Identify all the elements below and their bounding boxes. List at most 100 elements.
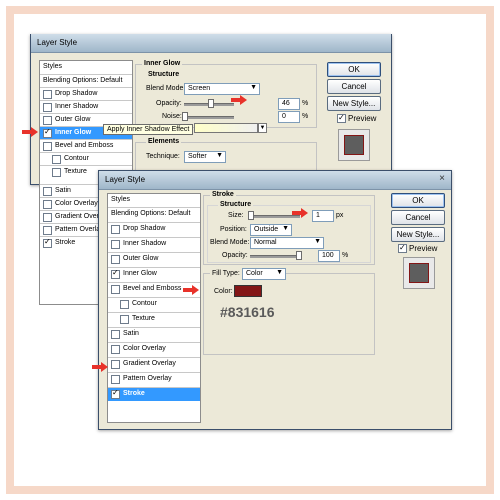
- back-item-inner-shadow[interactable]: Inner Shadow: [40, 100, 132, 114]
- front-titlebar[interactable]: Layer Style ×: [99, 171, 451, 190]
- front-item-color-overlay[interactable]: Color Overlay: [108, 342, 200, 356]
- front-color-swatch[interactable]: [234, 285, 262, 297]
- checkbox[interactable]: [43, 237, 52, 248]
- front-styles-header[interactable]: Styles: [108, 194, 200, 207]
- checkbox[interactable]: [43, 90, 52, 99]
- checkbox[interactable]: [111, 375, 120, 384]
- back-section-title: Inner Glow: [142, 60, 183, 67]
- back-item-bevel-emboss[interactable]: Bevel and Emboss: [40, 139, 132, 153]
- front-item-inner-glow[interactable]: Inner Glow: [108, 267, 200, 281]
- checkbox[interactable]: [43, 142, 52, 151]
- back-cancel-button[interactable]: Cancel: [327, 79, 381, 94]
- checkbox[interactable]: [43, 127, 52, 138]
- front-size-thumb[interactable]: [248, 211, 254, 220]
- checkbox[interactable]: [111, 268, 120, 279]
- back-opacity-thumb[interactable]: [208, 99, 214, 108]
- chevron-down-icon: ▼: [276, 269, 283, 276]
- front-structure-title: Structure: [218, 201, 254, 208]
- back-styles-header[interactable]: Styles: [40, 61, 132, 74]
- front-cancel-button[interactable]: Cancel: [391, 210, 445, 225]
- front-preview-label: Preview: [409, 244, 438, 253]
- front-preview-checkbox[interactable]: ✓: [398, 244, 407, 253]
- front-item-satin[interactable]: Satin: [108, 327, 200, 341]
- back-noise-label: Noise:: [162, 113, 182, 120]
- back-blending-options[interactable]: Blending Options: Default: [40, 74, 132, 88]
- front-opacity-slider[interactable]: [250, 255, 300, 258]
- front-fill-group: Fill Type: Color ▼ Color: #831616: [203, 268, 375, 355]
- checkbox[interactable]: [111, 388, 120, 399]
- back-noise-slider[interactable]: [184, 116, 234, 119]
- front-new-style-button[interactable]: New Style...: [391, 227, 445, 242]
- chevron-down-icon: ▼: [216, 152, 223, 159]
- front-item-outer-glow[interactable]: Outer Glow: [108, 252, 200, 266]
- front-position-label: Position:: [220, 226, 247, 233]
- checkbox[interactable]: [52, 155, 61, 164]
- back-technique-label: Technique:: [146, 153, 180, 160]
- front-item-inner-shadow[interactable]: Inner Shadow: [108, 237, 200, 251]
- front-item-contour[interactable]: Contour: [108, 297, 200, 311]
- back-elements-title: Elements: [146, 138, 182, 145]
- back-noise-thumb[interactable]: [182, 112, 188, 121]
- back-item-contour[interactable]: Contour: [40, 152, 132, 166]
- back-new-style-button[interactable]: New Style...: [327, 96, 381, 111]
- front-opacity-input[interactable]: 100: [318, 250, 340, 262]
- back-ok-button[interactable]: OK: [327, 62, 381, 77]
- back-inner-glow-group: Inner Glow Structure Blend Mode: Screen …: [135, 60, 317, 128]
- front-ok-button[interactable]: OK: [391, 193, 445, 208]
- front-color-label: Color:: [214, 288, 233, 295]
- back-noise-input[interactable]: 0: [278, 111, 300, 123]
- front-section-title: Stroke: [210, 191, 236, 198]
- back-styles-list: Styles Blending Options: Default Drop Sh…: [39, 60, 133, 185]
- checkbox[interactable]: [120, 315, 129, 324]
- checkbox[interactable]: [43, 226, 52, 235]
- front-fill-type-label: Fill Type:: [210, 270, 242, 277]
- checkbox[interactable]: [43, 116, 52, 125]
- front-preview-thumbnail: [403, 257, 435, 289]
- front-dialog-title: Layer Style: [105, 175, 146, 184]
- checkbox[interactable]: [43, 200, 52, 209]
- back-blend-mode-label: Blend Mode:: [146, 85, 186, 92]
- front-opacity-label: Opacity:: [222, 252, 248, 259]
- checkbox[interactable]: [43, 213, 52, 222]
- checkbox[interactable]: [111, 225, 120, 234]
- front-blending-options[interactable]: Blending Options: Default: [108, 207, 200, 221]
- checkbox[interactable]: [43, 187, 52, 196]
- back-opacity-input[interactable]: 46: [278, 98, 300, 110]
- checkbox[interactable]: [111, 345, 120, 354]
- checkbox[interactable]: [111, 285, 120, 294]
- front-item-gradient-overlay[interactable]: Gradient Overlay: [108, 357, 200, 371]
- front-structure-group: Structure Size: 1 px Position: Outside ▼…: [207, 201, 371, 263]
- back-dialog-title: Layer Style: [37, 38, 78, 47]
- chevron-down-icon: ▼: [282, 225, 289, 232]
- checkbox[interactable]: [120, 300, 129, 309]
- red-arrow-icon: [92, 362, 108, 372]
- front-item-texture[interactable]: Texture: [108, 312, 200, 326]
- front-position-select[interactable]: Outside ▼: [250, 224, 292, 236]
- front-fill-type-select[interactable]: Color ▼: [242, 268, 286, 280]
- front-size-input[interactable]: 1: [312, 210, 334, 222]
- back-blend-mode-select[interactable]: Screen ▼: [184, 83, 260, 95]
- checkbox[interactable]: [111, 240, 120, 249]
- red-arrow-icon: [22, 127, 38, 137]
- front-item-drop-shadow[interactable]: Drop Shadow: [108, 222, 200, 236]
- checkbox[interactable]: [43, 103, 52, 112]
- back-glow-gradient-swatch[interactable]: [194, 123, 258, 133]
- checkbox[interactable]: [111, 255, 120, 264]
- tooltip: Apply Inner Shadow Effect: [103, 124, 194, 135]
- front-layer-style-dialog: Layer Style × Styles Blending Options: D…: [98, 170, 452, 430]
- front-blend-mode-label: Blend Mode:: [210, 239, 250, 246]
- back-preview-checkbox[interactable]: ✓: [337, 114, 346, 123]
- back-technique-select[interactable]: Softer ▼: [184, 151, 226, 163]
- back-item-drop-shadow[interactable]: Drop Shadow: [40, 87, 132, 101]
- checkbox[interactable]: [52, 168, 61, 177]
- back-gradient-dropdown[interactable]: ▼: [258, 123, 267, 133]
- close-icon[interactable]: ×: [439, 173, 445, 184]
- front-blend-mode-select[interactable]: Normal ▼: [250, 237, 324, 249]
- front-item-stroke[interactable]: Stroke: [108, 387, 200, 401]
- front-item-pattern-overlay[interactable]: Pattern Overlay: [108, 372, 200, 386]
- checkbox[interactable]: [111, 330, 120, 339]
- front-opacity-thumb[interactable]: [296, 251, 302, 260]
- back-layer-style-dialog: Layer Style Styles Blending Options: Def…: [30, 34, 392, 305]
- checkbox[interactable]: [111, 360, 120, 369]
- back-titlebar[interactable]: Layer Style: [31, 34, 391, 53]
